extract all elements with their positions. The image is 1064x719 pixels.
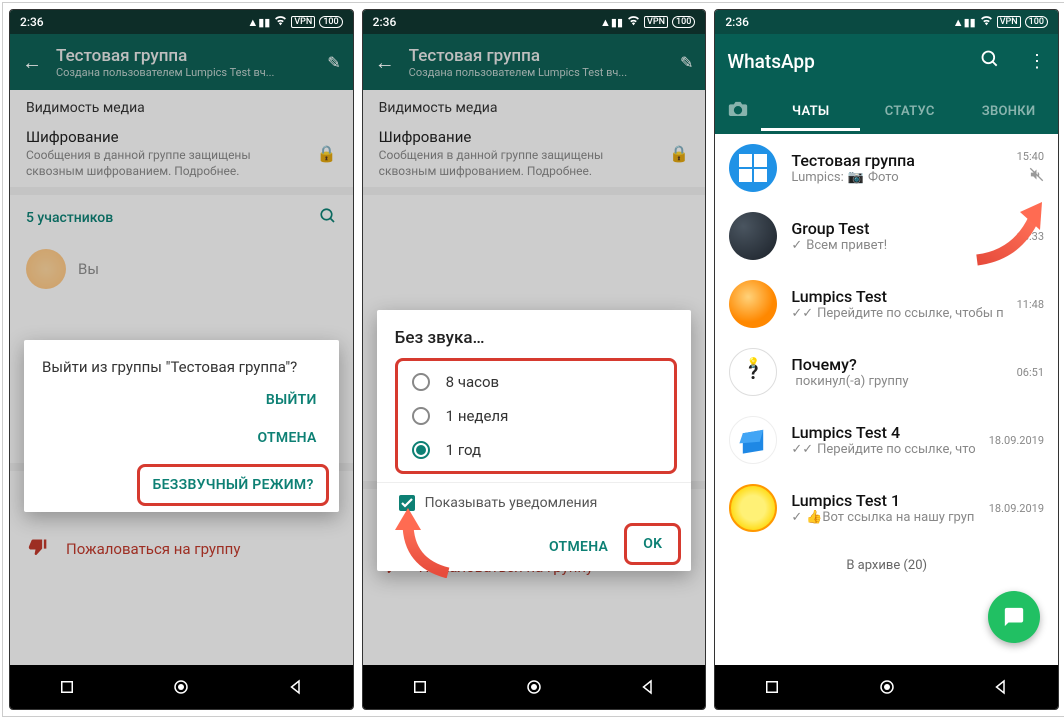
- nav-bar: [363, 665, 706, 709]
- avatar: [729, 484, 777, 532]
- mute-1week[interactable]: 1 неделя: [398, 399, 675, 433]
- chat-item[interactable]: Тестовая группа Lumpics: 📷 Фото 15:40: [715, 134, 1058, 202]
- nav-home[interactable]: [172, 678, 190, 696]
- nav-back[interactable]: [639, 678, 657, 696]
- avatar: [729, 212, 777, 260]
- dialog-text: Выйти из группы "Тестовая группа"?: [42, 358, 329, 376]
- leave-group-dialog: Выйти из группы "Тестовая группа"? ВЫЙТИ…: [24, 340, 339, 512]
- chat-item[interactable]: Lumpics Test 4 ✓✓Перейдите по ссылке, чт…: [715, 406, 1058, 474]
- main-app-bar: WhatsApp ⋮: [715, 34, 1058, 88]
- tabs: ЧАТЫ СТАТУС ЗВОНКИ: [715, 88, 1058, 134]
- camera-icon: 📷: [848, 170, 864, 185]
- wifi-icon: [274, 15, 287, 29]
- group-title: Тестовая группа: [56, 46, 313, 66]
- chat-item[interactable]: Lumpics Test ✓✓Перейдите по ссылке, чтоб…: [715, 270, 1058, 338]
- mute-8hours[interactable]: 8 часов: [398, 365, 675, 399]
- cancel-button[interactable]: ОТМЕНА: [537, 529, 620, 565]
- tab-status[interactable]: СТАТУС: [860, 92, 959, 131]
- tab-chats[interactable]: ЧАТЫ: [761, 92, 860, 131]
- nav-back[interactable]: [992, 678, 1010, 696]
- annotation-arrow: [962, 200, 1052, 270]
- search-icon[interactable]: [980, 49, 1000, 73]
- back-icon[interactable]: ←: [375, 50, 395, 75]
- screen-1: 2:36 ▲▮▮ VPN 100 ← Тестовая группа Созда…: [9, 9, 354, 710]
- nav-recents[interactable]: [763, 678, 781, 696]
- nav-recents[interactable]: [58, 678, 76, 696]
- nav-home[interactable]: [878, 678, 896, 696]
- screen-2: 2:36 ▲▮▮ VPN 100 ← Тестовая группа Созда…: [362, 9, 707, 710]
- tick-icon: ✓: [791, 510, 802, 525]
- clock: 2:36: [373, 15, 397, 29]
- signal-icon: ▲▮▮: [953, 16, 976, 29]
- chat-item[interactable]: Lumpics Test 1 ✓👍Вот ссылка на нашу груп…: [715, 474, 1058, 542]
- new-chat-fab[interactable]: [988, 591, 1040, 643]
- battery-icon: 100: [672, 16, 695, 28]
- mute-mode-button[interactable]: БЕЗЗВУЧНЫЙ РЕЖИМ?: [140, 467, 325, 503]
- wifi-icon: [980, 15, 993, 29]
- vpn-icon: VPN: [997, 16, 1021, 28]
- double-tick-icon: ✓✓: [791, 306, 813, 321]
- radio-icon: [412, 373, 430, 391]
- clock: 2:36: [20, 15, 44, 29]
- tab-calls[interactable]: ЗВОНКИ: [959, 92, 1058, 131]
- group-subtitle: Создана пользователем Lumpics Test вч...: [56, 66, 313, 79]
- group-title: Тестовая группа: [409, 46, 666, 66]
- more-icon[interactable]: ⋮: [1028, 51, 1046, 72]
- avatar: [729, 280, 777, 328]
- status-bar: 2:36 ▲▮▮ VPN 100: [10, 10, 353, 34]
- edit-icon[interactable]: ✎: [327, 53, 340, 72]
- avatar: [729, 416, 777, 464]
- ok-button[interactable]: OK: [627, 526, 678, 562]
- group-subtitle: Создана пользователем Lumpics Test вч...: [409, 66, 666, 79]
- wifi-icon: [627, 15, 640, 29]
- edit-icon[interactable]: ✎: [680, 53, 693, 72]
- mute-options-highlight: 8 часов 1 неделя 1 год: [395, 358, 678, 474]
- dialog-title: Без звука…: [395, 328, 682, 348]
- nav-bar: [10, 665, 353, 709]
- back-icon[interactable]: ←: [22, 50, 42, 75]
- avatar: [729, 144, 777, 192]
- app-bar: ← Тестовая группа Создана пользователем …: [10, 34, 353, 90]
- clock: 2:36: [725, 15, 749, 29]
- signal-icon: ▲▮▮: [247, 16, 270, 29]
- nav-recents[interactable]: [411, 678, 429, 696]
- radio-icon: [412, 407, 430, 425]
- tick-icon: ✓: [791, 238, 802, 253]
- vpn-icon: VPN: [291, 16, 315, 28]
- nav-back[interactable]: [287, 678, 305, 696]
- signal-icon: ▲▮▮: [600, 16, 623, 29]
- double-tick-icon: ✓✓: [791, 442, 813, 457]
- app-bar: ← Тестовая группа Создана пользователем …: [363, 34, 706, 90]
- leave-button[interactable]: ВЫЙТИ: [254, 382, 329, 418]
- screen-3: 2:36 ▲▮▮ VPN 100 WhatsApp ⋮ ЧАТЫ СТАТУС …: [714, 9, 1059, 710]
- status-bar: 2:36 ▲▮▮ VPN 100: [715, 10, 1058, 34]
- radio-icon-selected: [412, 441, 430, 459]
- mute-icon: [1029, 167, 1044, 186]
- nav-bar: [715, 665, 1058, 709]
- battery-icon: 100: [1025, 16, 1048, 28]
- avatar: ?💡: [729, 348, 777, 396]
- chat-item[interactable]: ?💡 Почему? покинул(-а) группу 06:51: [715, 338, 1058, 406]
- nav-home[interactable]: [525, 678, 543, 696]
- tab-camera[interactable]: [715, 88, 761, 134]
- annotation-arrow: [393, 508, 493, 578]
- status-bar: 2:36 ▲▮▮ VPN 100: [363, 10, 706, 34]
- app-title: WhatsApp: [727, 50, 966, 73]
- mute-1year[interactable]: 1 год: [398, 433, 675, 467]
- vpn-icon: VPN: [644, 16, 668, 28]
- battery-icon: 100: [319, 16, 342, 28]
- archived-link[interactable]: В архиве (20): [715, 542, 1058, 589]
- cancel-button[interactable]: ОТМЕНА: [245, 420, 328, 456]
